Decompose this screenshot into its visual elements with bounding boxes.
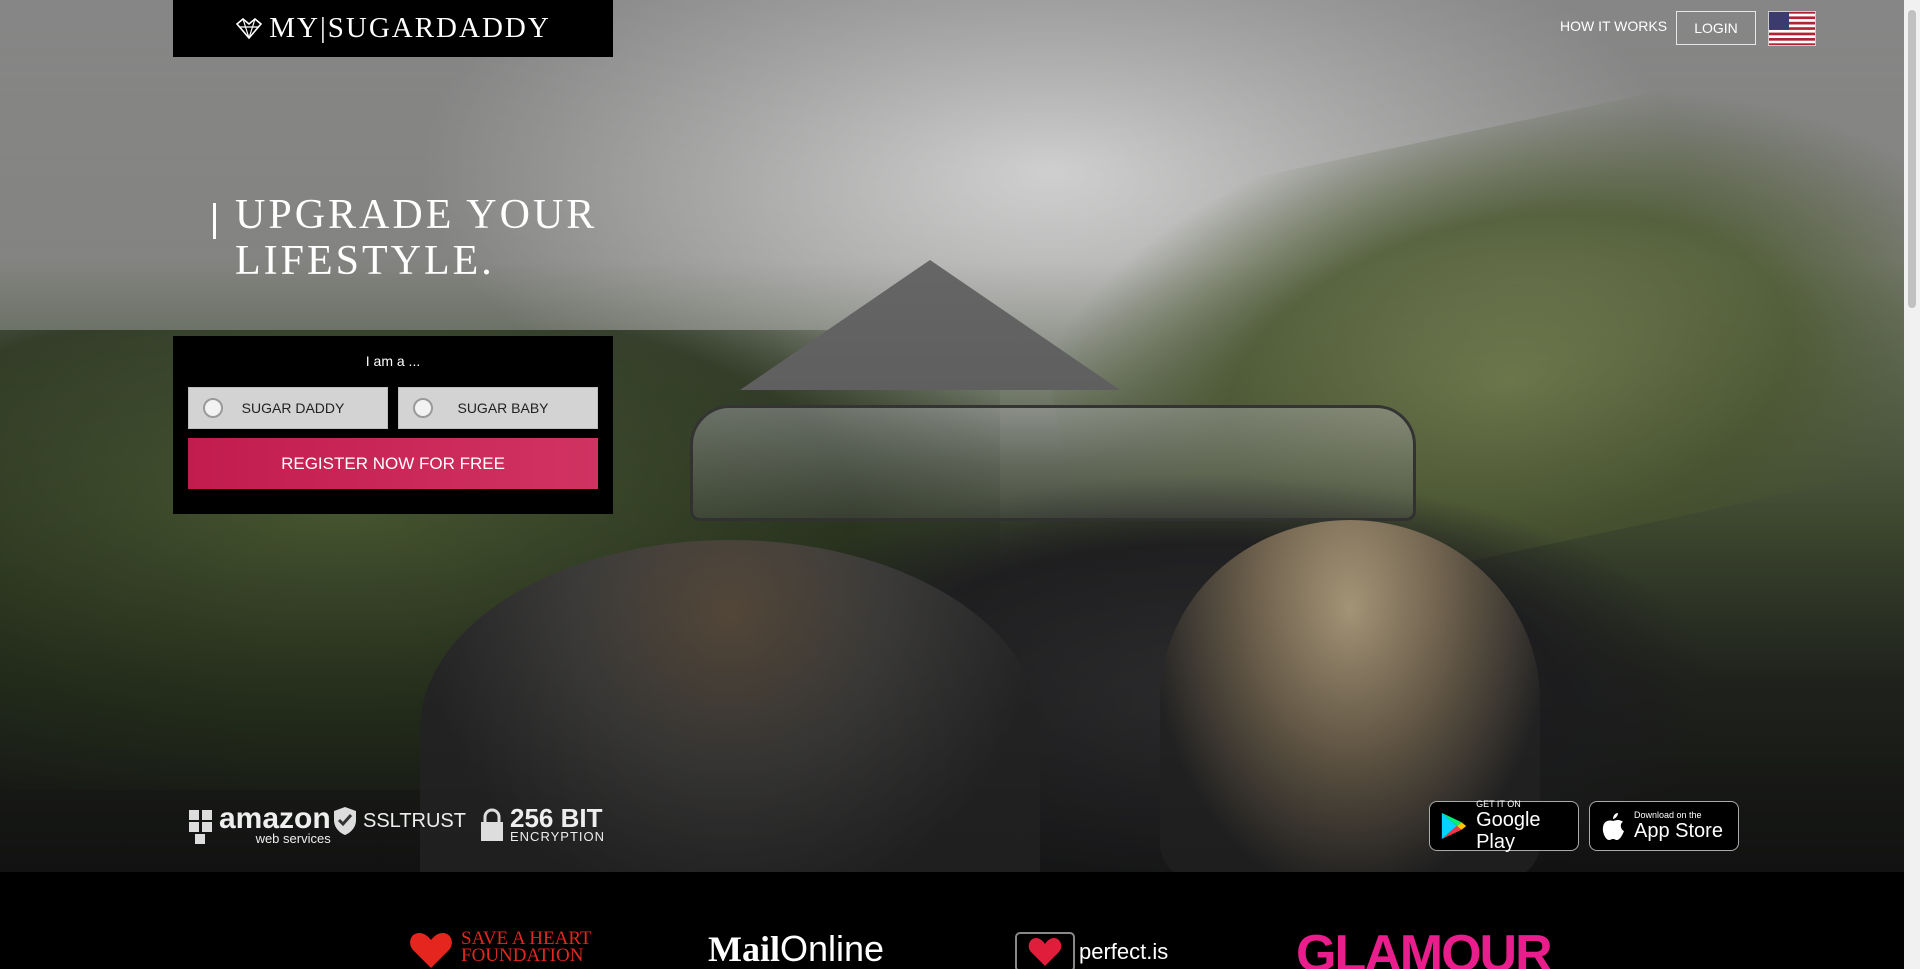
role-sugar-daddy-label: SUGAR DADDY [241,400,345,416]
role-sugar-baby-label: SUGAR BABY [457,400,549,416]
nav-how-it-works[interactable]: HOW IT WORKS [1560,18,1667,34]
press-logos-bar: SAVE A HEART FOUNDATION MailOnline perfe… [0,872,1904,969]
role-sugar-daddy-option[interactable]: SUGAR DADDY [188,387,388,429]
app-store-small-text: Download on the [1634,810,1702,820]
login-button[interactable]: LOGIN [1676,11,1756,45]
headline-accent-bar [213,203,216,239]
register-button[interactable]: REGISTER NOW FOR FREE [188,438,598,489]
ssltrust-badge: SSLTRUST [333,806,466,836]
logo-text: MY|SUGARDADDY [269,12,551,44]
mail-text: Mail [708,929,780,969]
scrollbar-thumb[interactable] [1908,10,1916,308]
aws-cubes-icon [189,810,212,844]
app-store-button[interactable]: Download on the App Store [1589,801,1739,851]
lock-icon [481,808,503,841]
radio-sugar-baby[interactable] [413,398,433,418]
us-flag-icon[interactable] [1768,11,1816,46]
perfect-text: perfect.is [1079,939,1169,964]
shield-check-icon [334,807,356,835]
aws-main-text: amazon [219,802,331,835]
heart-icon [1015,932,1075,969]
google-play-big-text: Google Play [1476,809,1541,853]
headline-line-2: LIFESTYLE. [235,238,495,284]
hero-headline: UPGRADE YOUR LIFESTYLE. [235,192,735,284]
page-scrollbar[interactable] [1904,0,1920,969]
site-logo[interactable]: MY|SUGARDADDY [173,0,613,57]
role-prompt: I am a ... [365,353,421,369]
app-store-big-text: App Store [1634,820,1723,842]
google-play-icon [1441,812,1467,840]
signup-form: I am a ... SUGAR DADDY SUGAR BABY REGIST… [173,336,613,514]
ssltrust-text: SSLTRUST [363,809,466,832]
google-play-small-text: GET IT ON [1476,799,1521,809]
apple-icon [1602,813,1624,840]
radio-sugar-daddy[interactable] [203,398,223,418]
role-sugar-baby-option[interactable]: SUGAR BABY [398,387,598,429]
perfect-is-logo: perfect.is [1015,932,1168,969]
glamour-logo: GLAMOUR [1296,925,1553,969]
heart-hand-icon [410,933,452,968]
diamond-logo-icon [236,17,263,39]
save-a-heart-line-2: FOUNDATION [461,945,584,966]
encryption-badge: 256 BIT ENCRYPTION [480,803,605,844]
headline-line-1: UPGRADE YOUR [235,192,598,238]
online-text: Online [779,928,885,969]
encryption-small-text: ENCRYPTION [510,829,605,844]
encryption-big-text: 256 BIT [510,803,603,833]
google-play-button[interactable]: GET IT ON Google Play [1429,799,1579,853]
save-a-heart-logo: SAVE A HEART FOUNDATION [407,929,591,969]
mail-online-logo: MailOnline [708,928,884,969]
aws-badge: amazon web services [187,802,331,846]
